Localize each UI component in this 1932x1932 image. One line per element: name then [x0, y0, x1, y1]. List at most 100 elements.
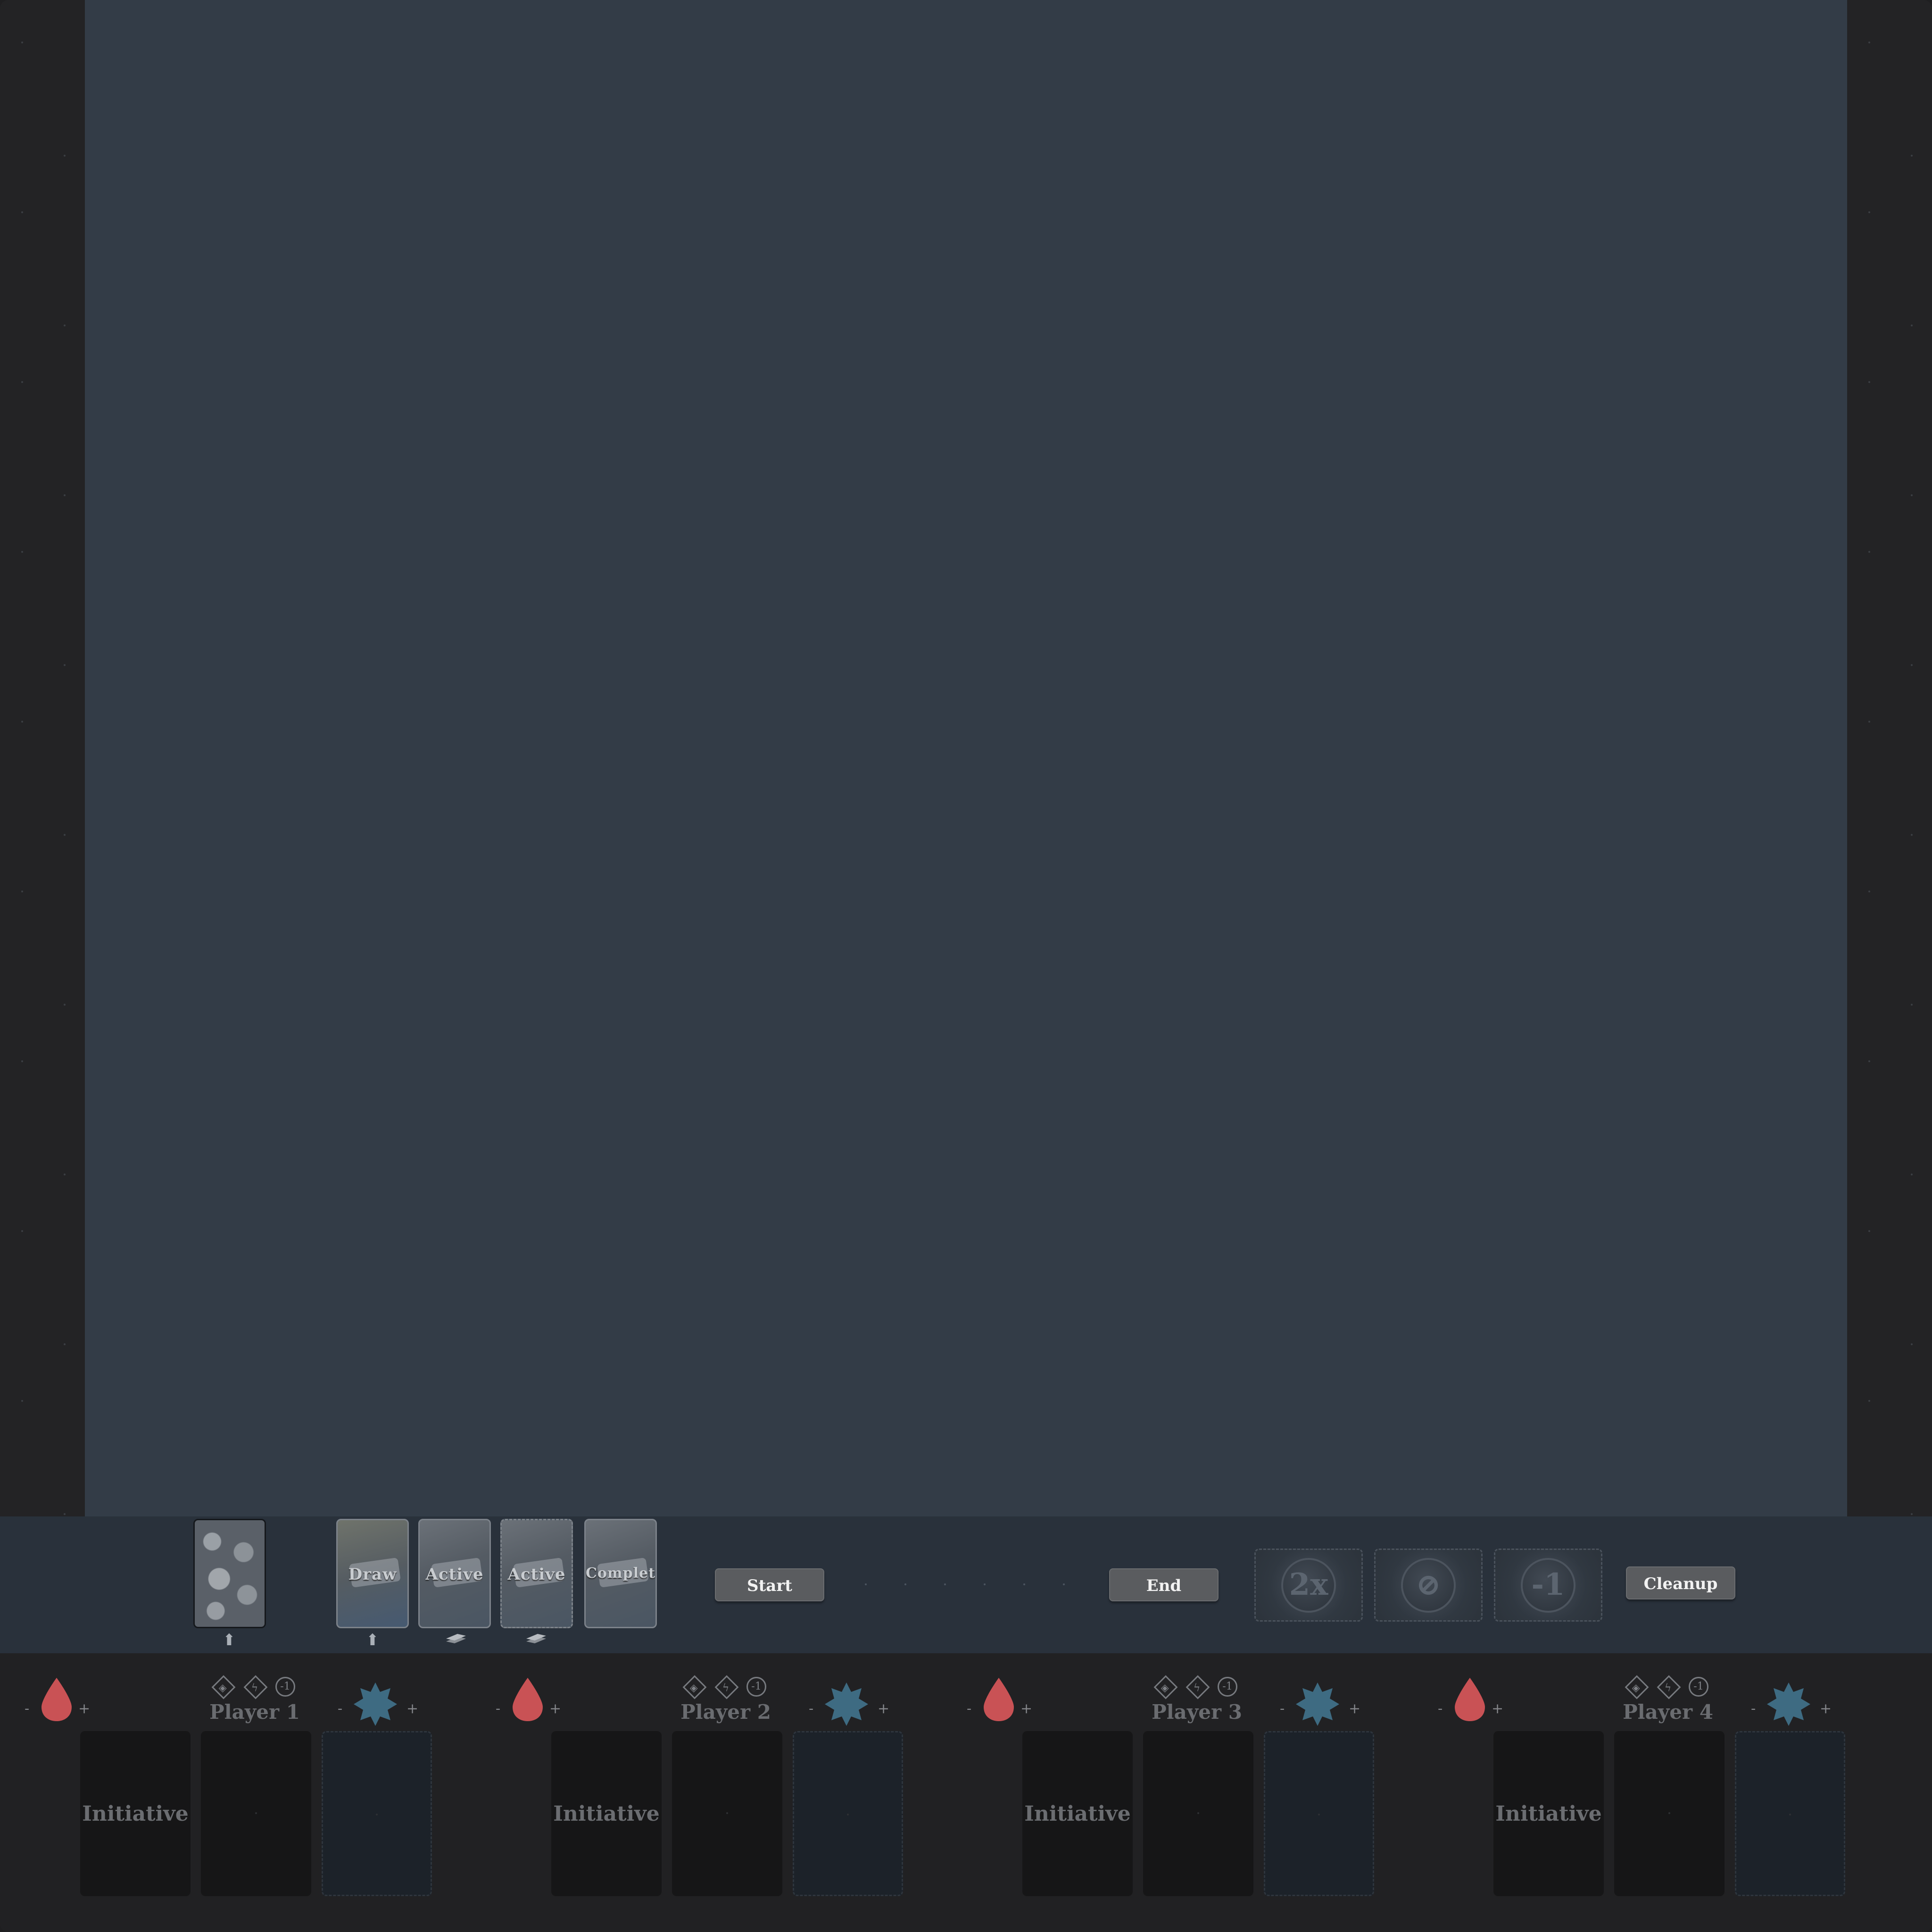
- poison-condition-icon[interactable]: ◈: [1625, 1675, 1649, 1699]
- active-pile[interactable]: Active: [418, 1519, 491, 1628]
- xp-plus-button[interactable]: +: [1820, 1700, 1832, 1717]
- rail-dot: [1868, 551, 1870, 553]
- xp-minus-button[interactable]: -: [809, 1700, 813, 1717]
- pile-label: Completed: [586, 1565, 655, 1582]
- player-panel: - + ◈ ϟ -1 Player 2 - + Initiative: [471, 1653, 943, 1932]
- left-rail: [0, 0, 85, 1516]
- arrow-up-icon[interactable]: ⬆: [365, 1632, 381, 1648]
- action-card-slot[interactable]: [1614, 1731, 1725, 1896]
- initiative-card-slot[interactable]: Initiative: [1493, 1731, 1604, 1896]
- xp-plus-button[interactable]: +: [878, 1700, 889, 1717]
- action-card-slot[interactable]: [201, 1731, 311, 1896]
- rail-dot: [1868, 381, 1870, 383]
- slot-marker: [376, 1814, 378, 1815]
- active-pile-2[interactable]: Active: [500, 1519, 573, 1628]
- start-button[interactable]: Start: [715, 1568, 824, 1601]
- card-stack-icon[interactable]: [443, 1632, 469, 1646]
- arrow-up-icon[interactable]: ⬆: [221, 1632, 237, 1648]
- xp-plus-button[interactable]: +: [1349, 1700, 1360, 1717]
- minus-one-condition-icon[interactable]: -1: [746, 1677, 766, 1697]
- rail-dot: [1868, 721, 1870, 723]
- rail-dot: [1911, 155, 1913, 157]
- slot-marker: [847, 1814, 849, 1815]
- action-card-slot[interactable]: [1143, 1731, 1253, 1896]
- poison-condition-icon[interactable]: ◈: [211, 1675, 236, 1699]
- draw-pile[interactable]: Draw: [336, 1519, 409, 1628]
- item-card-slot[interactable]: [1264, 1731, 1374, 1896]
- game-frame: [0, 0, 1932, 1932]
- minus-one-modifier-icon: -1: [1521, 1557, 1575, 1613]
- xp-star-icon: [1296, 1682, 1339, 1726]
- rail-dot: [21, 891, 23, 892]
- rail-dot: [1911, 325, 1913, 326]
- turn-track-dot: [904, 1583, 906, 1585]
- player-panel: - + ◈ ϟ -1 Player 4 - + Initiative: [1413, 1653, 1885, 1932]
- stun-condition-icon[interactable]: ϟ: [1186, 1675, 1210, 1699]
- rail-dot: [21, 1400, 23, 1402]
- health-plus-button[interactable]: +: [78, 1700, 90, 1717]
- health-minus-button[interactable]: -: [25, 1700, 29, 1717]
- blood-drop-icon: [41, 1678, 72, 1721]
- action-card-slot[interactable]: [672, 1731, 782, 1896]
- minus-one-condition-icon[interactable]: -1: [1218, 1677, 1237, 1697]
- rail-dot: [64, 155, 66, 157]
- health-plus-button[interactable]: +: [1492, 1700, 1503, 1717]
- player-panel: - + ◈ ϟ -1 Player 1 - + Initiative: [0, 1653, 472, 1932]
- cleanup-button[interactable]: Cleanup: [1626, 1566, 1735, 1599]
- initiative-card-slot[interactable]: Initiative: [1022, 1731, 1133, 1896]
- player-panel: - + ◈ ϟ -1 Player 3 - + Initiative: [942, 1653, 1414, 1932]
- item-card-slot[interactable]: [793, 1731, 903, 1896]
- health-minus-button[interactable]: -: [967, 1700, 971, 1717]
- poison-condition-icon[interactable]: ◈: [682, 1675, 707, 1699]
- null-modifier-icon: ⊘: [1401, 1557, 1456, 1613]
- double-modifier-slot[interactable]: 2x: [1254, 1549, 1363, 1622]
- pile-label: Draw: [348, 1565, 397, 1584]
- blood-drop-icon: [984, 1678, 1014, 1721]
- blood-drop-icon: [1455, 1678, 1485, 1721]
- rail-dot: [1868, 42, 1870, 43]
- xp-minus-button[interactable]: -: [338, 1700, 342, 1717]
- stun-condition-icon[interactable]: ϟ: [714, 1675, 739, 1699]
- health-minus-button[interactable]: -: [1438, 1700, 1443, 1717]
- rail-dot: [1911, 1343, 1913, 1345]
- xp-minus-button[interactable]: -: [1751, 1700, 1756, 1717]
- health-plus-button[interactable]: +: [549, 1700, 561, 1717]
- minus-one-modifier-slot[interactable]: -1: [1494, 1549, 1602, 1622]
- initiative-card-slot[interactable]: Initiative: [80, 1731, 191, 1896]
- completed-pile[interactable]: Completed: [584, 1519, 657, 1628]
- health-minus-button[interactable]: -: [496, 1700, 500, 1717]
- blood-drop-icon: [513, 1678, 543, 1721]
- turn-track-dot: [865, 1583, 867, 1585]
- rail-dot: [1911, 664, 1913, 666]
- double-modifier-icon: 2x: [1281, 1557, 1336, 1613]
- rail-dot: [64, 494, 66, 496]
- stun-condition-icon[interactable]: ϟ: [1657, 1675, 1681, 1699]
- monster-deck[interactable]: [193, 1519, 266, 1628]
- slot-marker: [255, 1812, 257, 1814]
- minus-one-condition-icon[interactable]: -1: [275, 1677, 295, 1697]
- poison-condition-icon[interactable]: ◈: [1153, 1675, 1178, 1699]
- xp-plus-button[interactable]: +: [406, 1700, 418, 1717]
- rail-dot: [1911, 834, 1913, 836]
- pile-label: Active: [425, 1565, 484, 1584]
- game-board[interactable]: [85, 0, 1847, 1516]
- rail-dot: [64, 664, 66, 666]
- item-card-slot[interactable]: [322, 1731, 432, 1896]
- player-name: Player 1: [209, 1700, 300, 1724]
- end-button[interactable]: End: [1109, 1568, 1219, 1601]
- initiative-card-slot[interactable]: Initiative: [551, 1731, 662, 1896]
- rail-dot: [64, 1004, 66, 1006]
- rail-dot: [21, 211, 23, 213]
- minus-one-condition-icon[interactable]: -1: [1689, 1677, 1708, 1697]
- stun-condition-icon[interactable]: ϟ: [243, 1675, 268, 1699]
- item-card-slot[interactable]: [1735, 1731, 1845, 1896]
- xp-minus-button[interactable]: -: [1280, 1700, 1285, 1717]
- xp-star-icon: [354, 1682, 397, 1726]
- turn-track-dot: [984, 1583, 986, 1585]
- null-modifier-slot[interactable]: ⊘: [1374, 1549, 1483, 1622]
- rail-dot: [1868, 891, 1870, 892]
- rail-dot: [1911, 1004, 1913, 1006]
- health-plus-button[interactable]: +: [1020, 1700, 1032, 1717]
- card-stack-icon[interactable]: [523, 1632, 549, 1646]
- pile-label: Active: [507, 1565, 566, 1584]
